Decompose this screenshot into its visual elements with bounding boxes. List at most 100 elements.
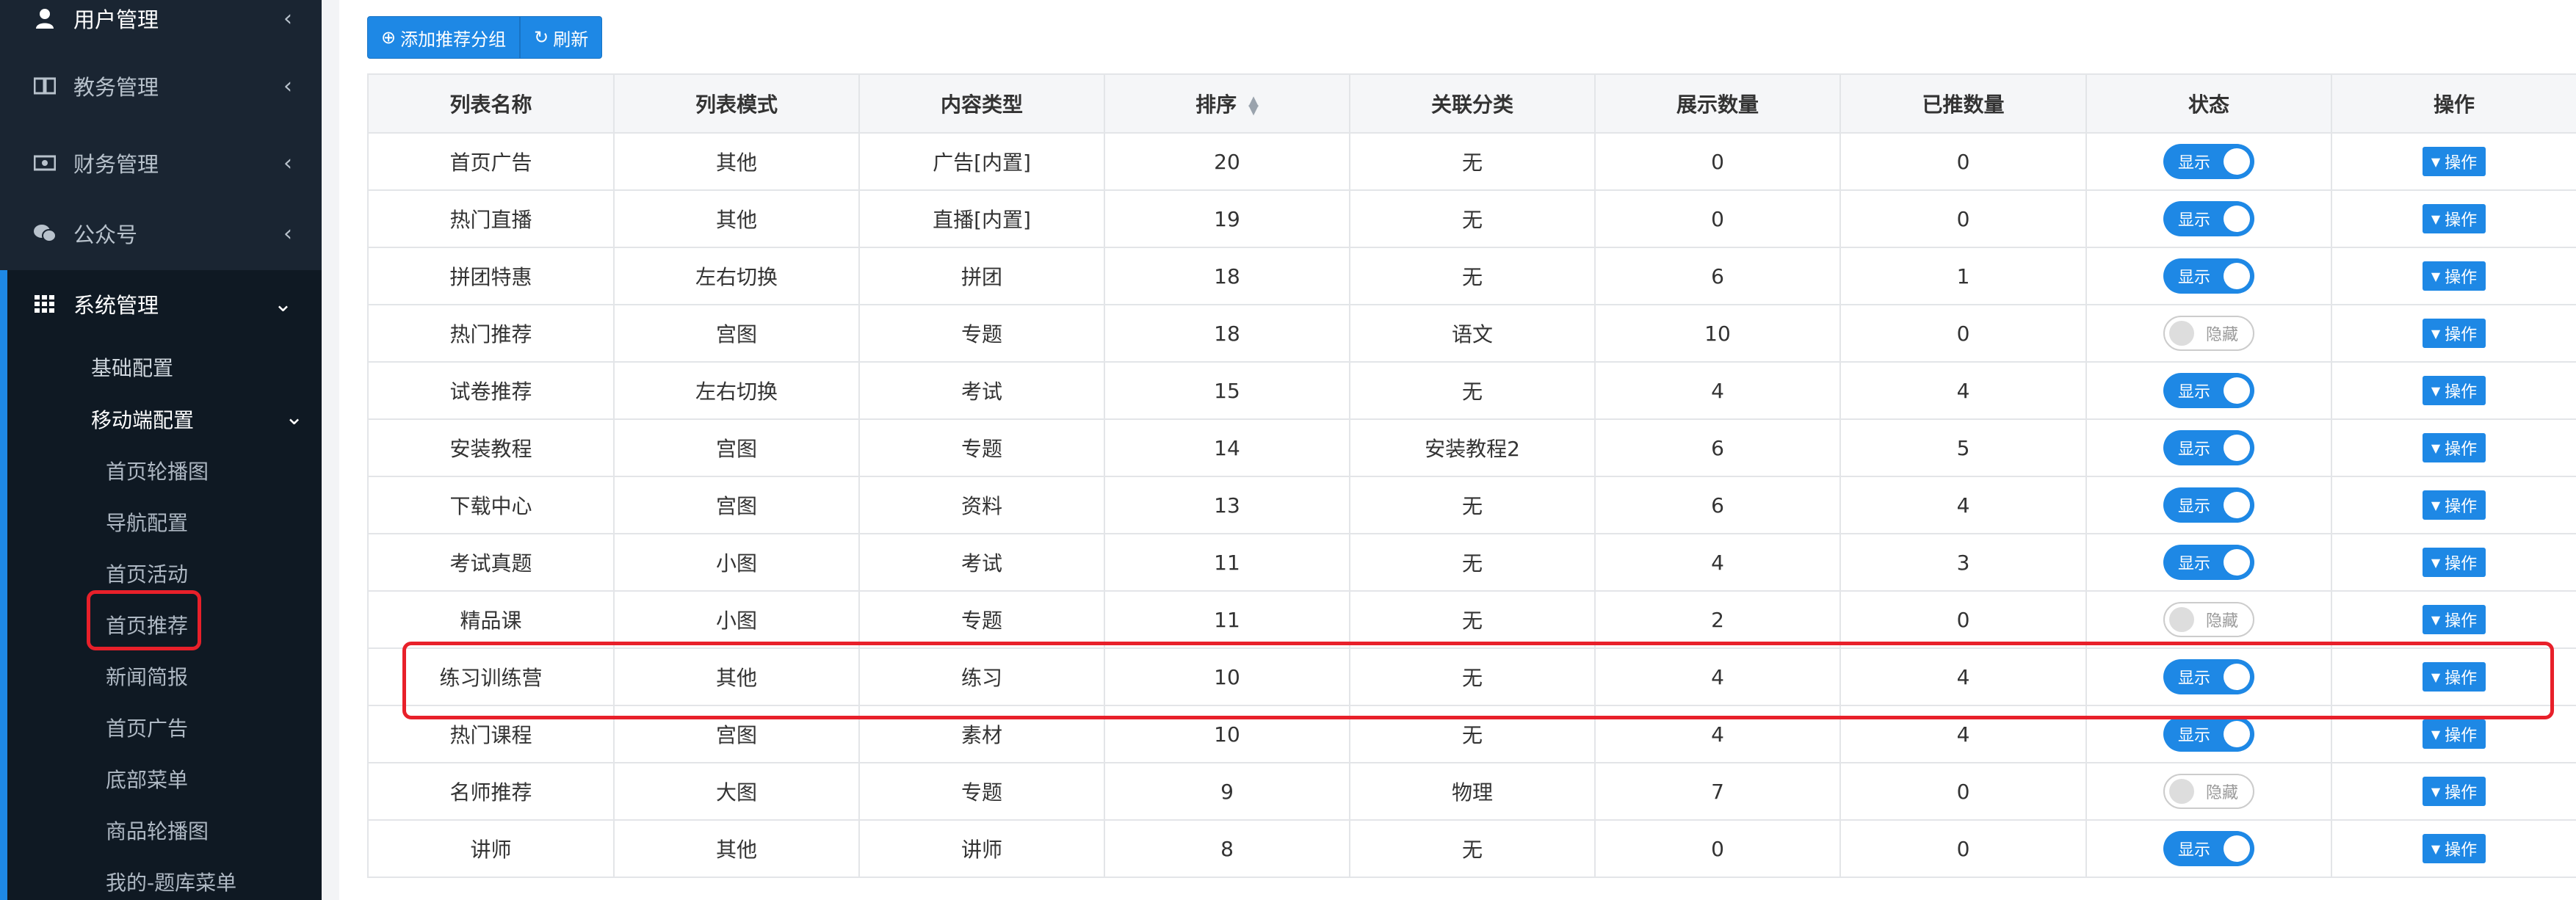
cell-list-mode: 其他 [613,132,860,191]
action-dropdown-button[interactable]: ▼ 操作 [2422,490,2486,520]
sort-icon[interactable]: ▲ ▼ [1248,95,1259,117]
status-toggle[interactable]: 显示 [2163,545,2254,580]
sidebar-item-academic[interactable]: 教务管理 ‹ [0,70,322,101]
chevron-down-icon: ⌄ [273,291,292,317]
cell-actions: ▼ 操作 [2331,819,2576,878]
submenu-mobile-config[interactable]: 移动端配置 ⌄ [91,404,303,434]
cell-status: 显示 [2085,533,2332,592]
action-dropdown-button[interactable]: ▼ 操作 [2422,548,2486,578]
menu-item-home-carousel[interactable]: 首页轮播图 [106,456,209,485]
table-row: 精品课 小图 专题 11 无 2 0 隐藏 ▼ 操作 [367,590,2576,649]
sidebar-item-system[interactable]: 系统管理 ⌄ [0,270,322,338]
action-dropdown-button[interactable]: ▼ 操作 [2422,834,2486,864]
table-row: 拼团特惠 左右切换 拼团 18 无 6 1 显示 ▼ 操作 [367,247,2576,305]
sidebar-item-finance[interactable]: 财务管理 ‹ [0,142,322,184]
status-toggle-label: 显示 [2178,727,2211,745]
cell-category: 无 [1349,819,1596,878]
cell-pushed-count: 0 [1839,762,2087,821]
refresh-button[interactable]: ↻ 刷新 [520,16,603,59]
status-toggle-label: 显示 [2178,555,2211,573]
cell-list-name: 精品课 [367,590,615,649]
action-dropdown-button[interactable]: ▼ 操作 [2422,605,2486,635]
header-category: 关联分类 [1349,73,1596,134]
cell-actions: ▼ 操作 [2331,590,2576,649]
cell-status: 显示 [2085,476,2332,534]
menu-item-news[interactable]: 新闻简报 [106,661,188,691]
action-dropdown-button[interactable]: ▼ 操作 [2422,433,2486,463]
cell-list-mode: 宫图 [613,304,860,363]
action-dropdown-button[interactable]: ▼ 操作 [2422,204,2486,234]
status-toggle-label: 显示 [2178,440,2211,459]
status-toggle[interactable]: 显示 [2163,201,2254,236]
menu-item-question-bank[interactable]: 我的-题库菜单 [106,867,236,896]
menu-item-home-ads[interactable]: 首页广告 [106,713,188,742]
action-dropdown-button[interactable]: ▼ 操作 [2422,376,2486,406]
menu-item-bottom-menu[interactable]: 底部菜单 [106,764,188,794]
cell-status: 隐藏 [2085,304,2332,363]
sidebar-item-label: 公众号 [73,222,138,247]
cell-status: 显示 [2085,189,2332,248]
chevron-down-icon: ⌄ [285,404,304,430]
cell-content-type: 专题 [858,590,1105,649]
status-toggle[interactable]: 显示 [2163,144,2254,179]
cell-list-name: 拼团特惠 [367,247,615,305]
status-toggle[interactable]: 隐藏 [2163,602,2254,637]
table-row: 试卷推荐 左右切换 考试 15 无 4 4 显示 ▼ 操作 [367,361,2576,420]
toggle-knob [2224,148,2250,175]
action-label: 操作 [2445,498,2478,517]
action-label: 操作 [2445,727,2478,746]
status-toggle[interactable]: 隐藏 [2163,316,2254,351]
table-row: 考试真题 小图 考试 11 无 4 3 显示 ▼ 操作 [367,533,2576,592]
action-label: 操作 [2445,211,2478,231]
menu-item-nav-config[interactable]: 导航配置 [106,507,188,537]
toggle-knob [2224,377,2250,404]
cell-sort: 19 [1104,189,1350,248]
action-dropdown-button[interactable]: ▼ 操作 [2422,319,2486,349]
cell-show-count: 10 [1594,304,1841,363]
cell-pushed-count: 1 [1839,247,2087,305]
submenu-basic-config[interactable]: 基础配置 [91,352,173,382]
add-group-button[interactable]: ⊕ 添加推荐分组 [367,16,521,59]
sidebar-item-users[interactable]: 用户管理 ‹ [0,0,322,37]
cell-actions: ▼ 操作 [2331,304,2576,363]
menu-item-home-activity[interactable]: 首页活动 [106,559,188,588]
cell-content-type: 专题 [858,304,1105,363]
status-toggle[interactable]: 显示 [2163,373,2254,408]
cell-list-mode: 其他 [613,189,860,248]
caret-down-icon: ▼ [2431,326,2441,341]
status-toggle[interactable]: 显示 [2163,716,2254,752]
cell-list-mode: 宫图 [613,418,860,477]
toggle-knob [2224,835,2250,862]
sidebar-item-wechat[interactable]: 公众号 ‹ [0,213,322,254]
status-toggle[interactable]: 显示 [2163,487,2254,523]
toggle-knob [2224,435,2250,461]
status-toggle[interactable]: 显示 [2163,258,2254,294]
sidebar-item-label: 教务管理 [73,75,159,100]
cell-content-type: 讲师 [858,819,1105,878]
action-dropdown-button[interactable]: ▼ 操作 [2422,719,2486,750]
action-dropdown-button[interactable]: ▼ 操作 [2422,777,2486,807]
cell-show-count: 4 [1594,361,1841,420]
status-toggle-label: 显示 [2178,841,2211,860]
cell-list-name: 考试真题 [367,533,615,592]
toggle-knob [2224,206,2250,232]
table-row: 首页广告 其他 广告[内置] 20 无 0 0 显示 ▼ 操作 [367,132,2576,191]
header-sort[interactable]: 排序 ▲ ▼ [1104,73,1350,134]
cell-show-count: 6 [1594,247,1841,305]
menu-item-product-carousel[interactable]: 商品轮播图 [106,816,209,845]
cell-list-mode: 左右切换 [613,247,860,305]
status-toggle[interactable]: 隐藏 [2163,774,2254,809]
highlight-box-row [402,642,2554,719]
table-row: 热门推荐 宫图 专题 18 语文 10 0 隐藏 ▼ 操作 [367,304,2576,363]
action-dropdown-button[interactable]: ▼ 操作 [2422,147,2486,177]
cell-list-name: 讲师 [367,819,615,878]
action-dropdown-button[interactable]: ▼ 操作 [2422,261,2486,291]
cell-list-mode: 小图 [613,590,860,649]
status-toggle[interactable]: 显示 [2163,430,2254,465]
action-label: 操作 [2445,269,2478,288]
status-toggle[interactable]: 显示 [2163,831,2254,866]
cell-show-count: 6 [1594,418,1841,477]
table-row: 安装教程 宫图 专题 14 安装教程2 6 5 显示 ▼ 操作 [367,418,2576,477]
cell-pushed-count: 4 [1839,361,2087,420]
caret-down-icon: ▼ [2431,440,2441,455]
